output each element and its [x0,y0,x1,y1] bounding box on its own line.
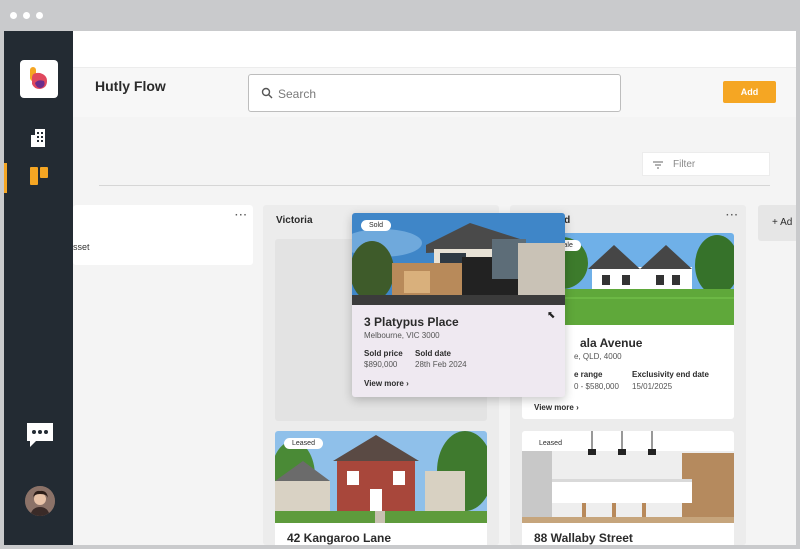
divider [99,185,770,186]
browser-titlebar [0,0,800,31]
column-text: sset [73,242,90,252]
sidebar-item-properties[interactable] [28,127,50,149]
exclusivity-label: Exclusivity end date [632,370,709,379]
sold-price-value: $890,000 [364,360,398,369]
view-more-link[interactable]: View more › [364,379,409,388]
board-icon [30,167,48,185]
active-indicator [4,163,7,193]
property-card[interactable]: Leased 42 Kangaroo Lane [275,431,487,545]
column-title: Victoria [276,215,313,226]
exclusivity-value: 15/01/2025 [632,382,673,391]
property-title: 3 Platypus Place [364,315,459,329]
add-button[interactable]: Add [723,81,776,103]
status-badge: Leased [531,438,570,449]
header: Hutly Flow Search Add [73,31,796,117]
search-icon [261,87,273,99]
search-placeholder: Search [278,87,317,101]
header-strip [73,31,796,68]
add-column-label: + Ad [772,217,793,228]
dragged-property-card[interactable]: Sold ⬉ 3 Platypus Place Melbourne, VIC 3… [352,213,565,397]
search-input[interactable]: Search [248,74,621,112]
property-title: 42 Kangaroo Lane [287,531,392,545]
user-avatar[interactable] [25,486,55,516]
window-dot [10,12,17,19]
column-header-card[interactable]: ··· sset [73,205,253,265]
property-location: e, QLD, 4000 [574,352,622,361]
chat-button[interactable] [25,420,55,450]
view-more-label: View more [534,403,574,412]
sold-date-label: Sold date [415,349,452,358]
window-dot [36,12,43,19]
chat-icon [27,423,53,447]
view-more-link[interactable]: View more › [534,403,579,412]
board-column: ··· sset [73,205,253,545]
sold-price-label: Sold price [364,349,403,358]
drag-cursor-icon: ⬉ [547,310,556,321]
chevron-right-icon: › [406,379,409,388]
status-badge: Sold [361,220,392,231]
price-value: 0 - $580,000 [574,382,619,391]
property-title: 88 Wallaby Street [534,531,633,545]
page-title: Hutly Flow [95,78,166,94]
property-location: Melbourne, VIC 3000 [364,331,440,340]
filter-label: Filter [673,159,696,170]
window-dot [23,12,30,19]
building-icon [31,129,45,147]
avatar-icon [25,486,55,516]
property-card[interactable]: Leased 88 Wallaby Street [522,431,734,545]
view-more-label: View more [364,379,404,388]
add-column-button[interactable]: + Ad [758,205,796,241]
status-badge: Leased [284,438,323,449]
property-title: ala Avenue [580,336,643,350]
filter-input[interactable]: Filter [642,152,770,176]
sidebar [4,31,73,545]
logo-icon [30,67,47,89]
column-menu-icon[interactable]: ··· [726,210,739,221]
filter-icon [653,161,663,169]
column-menu-icon[interactable]: ··· [235,210,248,221]
sold-date-value: 28th Feb 2024 [415,360,467,369]
price-label: e range [574,370,603,379]
chevron-right-icon: › [576,403,579,412]
app-logo[interactable] [20,60,58,98]
sidebar-item-board[interactable] [28,165,50,187]
